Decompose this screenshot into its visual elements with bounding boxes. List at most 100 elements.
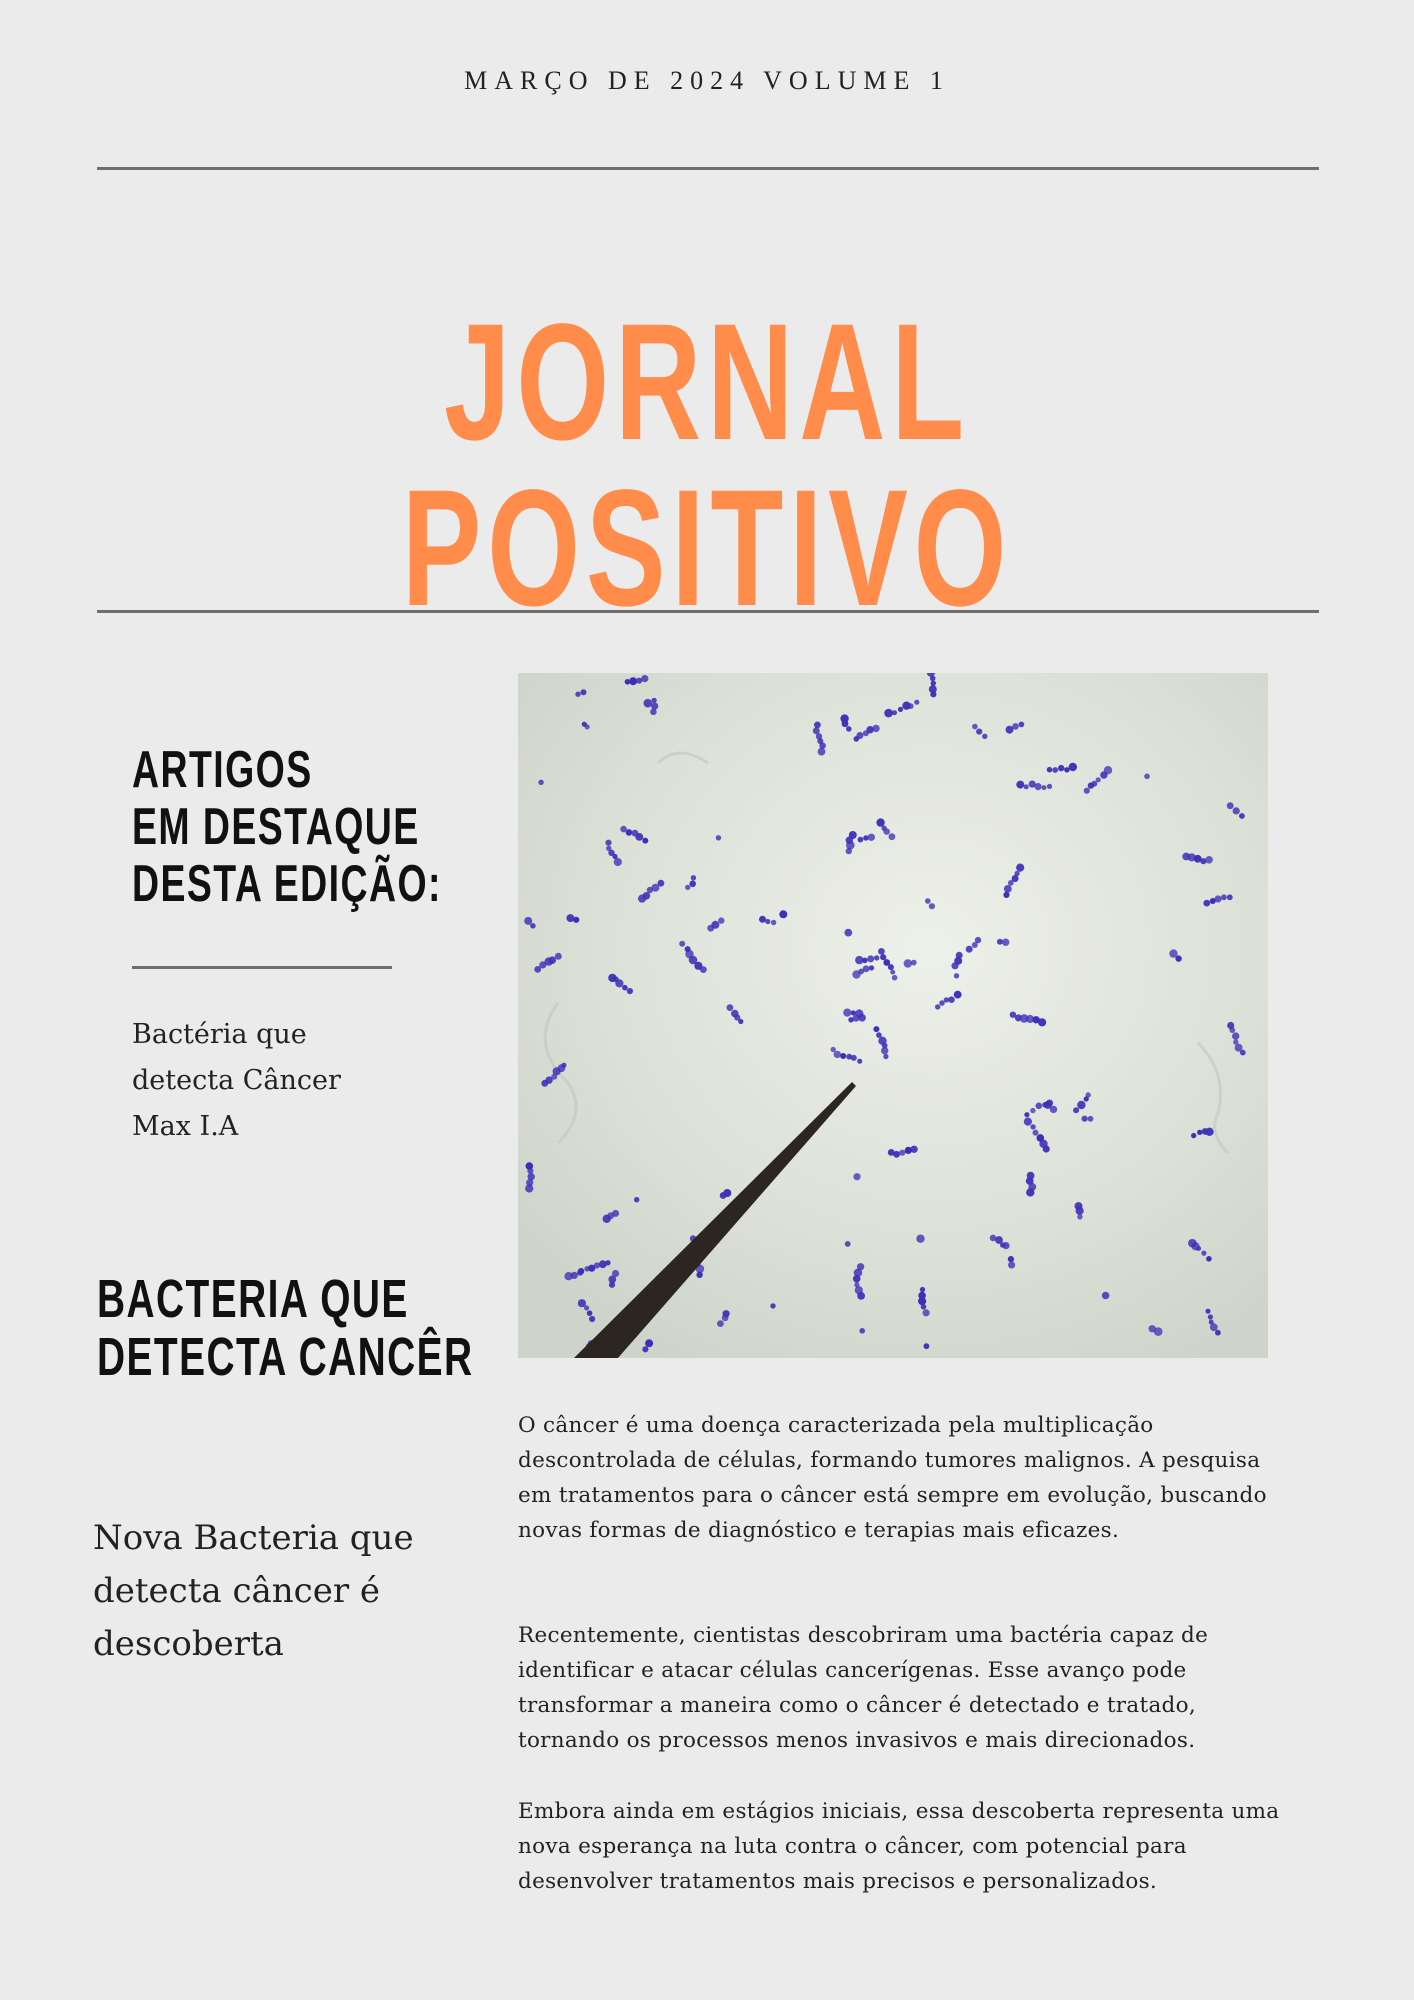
bacteria-dot bbox=[867, 955, 875, 963]
bacteria-dot bbox=[930, 680, 936, 686]
bacteria-dot bbox=[1052, 767, 1059, 773]
bacteria-dot bbox=[1030, 1107, 1036, 1114]
article-paragraph: Embora ainda em estágios iniciais, essa … bbox=[518, 1799, 1280, 1894]
bacteria-dot bbox=[1234, 1043, 1243, 1052]
bacteria-dot bbox=[876, 1032, 882, 1038]
bacteria-dot bbox=[626, 988, 633, 995]
bacteria-dot bbox=[855, 955, 864, 965]
bacteria-dot bbox=[530, 923, 536, 929]
bacteria-dot bbox=[850, 1010, 856, 1016]
bacteria-dot bbox=[779, 910, 788, 919]
bacteria-dot bbox=[538, 779, 544, 785]
bacteria-dot bbox=[884, 708, 893, 718]
bacteria-dot bbox=[1188, 1238, 1197, 1248]
bacteria-dot bbox=[857, 836, 864, 843]
bacteria-dot bbox=[679, 940, 686, 947]
bacteria-dot bbox=[919, 1286, 926, 1293]
bacteria-dot bbox=[872, 724, 880, 733]
bacteria-dot bbox=[843, 1008, 852, 1017]
bacteria-dot bbox=[1083, 787, 1090, 794]
bacteria-dot bbox=[953, 990, 962, 999]
bacteria-dot bbox=[880, 954, 887, 961]
bacteria-dot bbox=[1201, 1250, 1207, 1256]
bacteria-dot bbox=[876, 818, 885, 827]
bacteria-dot bbox=[1064, 767, 1070, 773]
bacteria-dot bbox=[891, 974, 898, 981]
bacteria-dot bbox=[893, 1150, 900, 1158]
bacteria-dot bbox=[830, 1046, 836, 1053]
bacteria-dot bbox=[1226, 894, 1233, 901]
bacteria-dot bbox=[589, 1315, 596, 1323]
bacteria-dot bbox=[575, 691, 581, 697]
bacteria-dot bbox=[612, 1269, 620, 1278]
bacteria-dot bbox=[651, 702, 659, 710]
bacteria-dot bbox=[1085, 1092, 1091, 1098]
bacteria-dot bbox=[1215, 1329, 1221, 1336]
bacteria-dot bbox=[1232, 1032, 1240, 1040]
bacteria-dot bbox=[948, 996, 955, 1003]
bacteria-dot bbox=[1233, 1039, 1239, 1045]
bacteria-dot bbox=[645, 1339, 654, 1348]
bacteria-dot bbox=[624, 679, 631, 685]
bacteria-dot bbox=[602, 1214, 611, 1223]
article-heading-line: BACTERIA QUE bbox=[97, 1269, 409, 1329]
bacteria-dot bbox=[615, 979, 624, 988]
bacteria-dot bbox=[1226, 802, 1234, 810]
bacteria-dot bbox=[859, 1328, 865, 1334]
bacteria-dot bbox=[1058, 764, 1065, 772]
bacteria-dot bbox=[1023, 784, 1029, 790]
bacteria-dot bbox=[770, 1303, 776, 1309]
bacteria-dot bbox=[1239, 813, 1245, 819]
bacteria-dot bbox=[1205, 1127, 1214, 1136]
article-paragraph: Recentemente, cientistas descobriram uma… bbox=[518, 1623, 1209, 1753]
bacteria-dot bbox=[700, 966, 707, 973]
bacteria-dot bbox=[1002, 938, 1010, 946]
bacteria-dot bbox=[922, 1309, 930, 1317]
bacteria-dot bbox=[717, 1320, 724, 1327]
bacteria-dot bbox=[1008, 1261, 1016, 1269]
bacteria-dot bbox=[878, 1036, 887, 1045]
bacteria-dot bbox=[903, 959, 912, 968]
bacteria-dot bbox=[923, 1343, 930, 1350]
bacteria-dot bbox=[1016, 780, 1025, 789]
bacteria-dot bbox=[1077, 1214, 1083, 1220]
bacteria-dot bbox=[1032, 1129, 1039, 1136]
bacteria-dot bbox=[642, 1346, 649, 1353]
bacteria-dot bbox=[857, 1058, 863, 1064]
bacteria-dot bbox=[638, 894, 647, 903]
article-heading-line: DETECTA CANCÊR bbox=[97, 1327, 474, 1387]
bacteria-dot bbox=[598, 1260, 607, 1269]
bacteria-dot bbox=[953, 973, 960, 979]
bacteria-dot bbox=[580, 689, 587, 696]
bacteria-dot bbox=[1208, 1319, 1214, 1325]
bacteria-dot bbox=[873, 1026, 880, 1033]
bacteria-dot bbox=[1203, 899, 1211, 907]
bacteria-dot bbox=[1221, 894, 1227, 901]
bacteria-dot bbox=[883, 959, 891, 966]
bacteria-dot bbox=[561, 1062, 567, 1068]
bacteria-dot bbox=[1205, 1308, 1211, 1314]
bacteria-dot bbox=[586, 1310, 593, 1316]
bacteria-dot bbox=[770, 919, 777, 926]
bacteria-dot bbox=[1007, 1256, 1014, 1263]
bacteria-dot bbox=[635, 833, 644, 841]
bacteria-dot bbox=[846, 840, 855, 850]
article-subtitle: Nova Bacteria que detecta câncer é desco… bbox=[93, 1518, 414, 1664]
bacteria-dot bbox=[862, 965, 870, 973]
bacteria-dot bbox=[908, 703, 914, 709]
bacteria-dot bbox=[817, 747, 826, 756]
bacteria-dot bbox=[855, 1009, 864, 1018]
bacteria-dot bbox=[1209, 898, 1216, 904]
bacteria-dot bbox=[850, 1054, 857, 1061]
bacteria-dot bbox=[605, 839, 612, 846]
bacteria-dot bbox=[1003, 891, 1010, 898]
bacteria-dot bbox=[1087, 1115, 1094, 1122]
bacteria-dot bbox=[723, 1189, 732, 1197]
bacteria-dot bbox=[982, 733, 988, 739]
bacteria-dot bbox=[868, 965, 875, 971]
bacteria-dot bbox=[1227, 1021, 1235, 1030]
bacteria-dot bbox=[844, 1241, 851, 1247]
bacteria-dot bbox=[976, 728, 983, 735]
featured-articles-heading: ARTIGOS EM DESTAQUE DESTA EDIÇÃO: bbox=[132, 742, 442, 913]
bacteria-dot bbox=[722, 1310, 730, 1318]
